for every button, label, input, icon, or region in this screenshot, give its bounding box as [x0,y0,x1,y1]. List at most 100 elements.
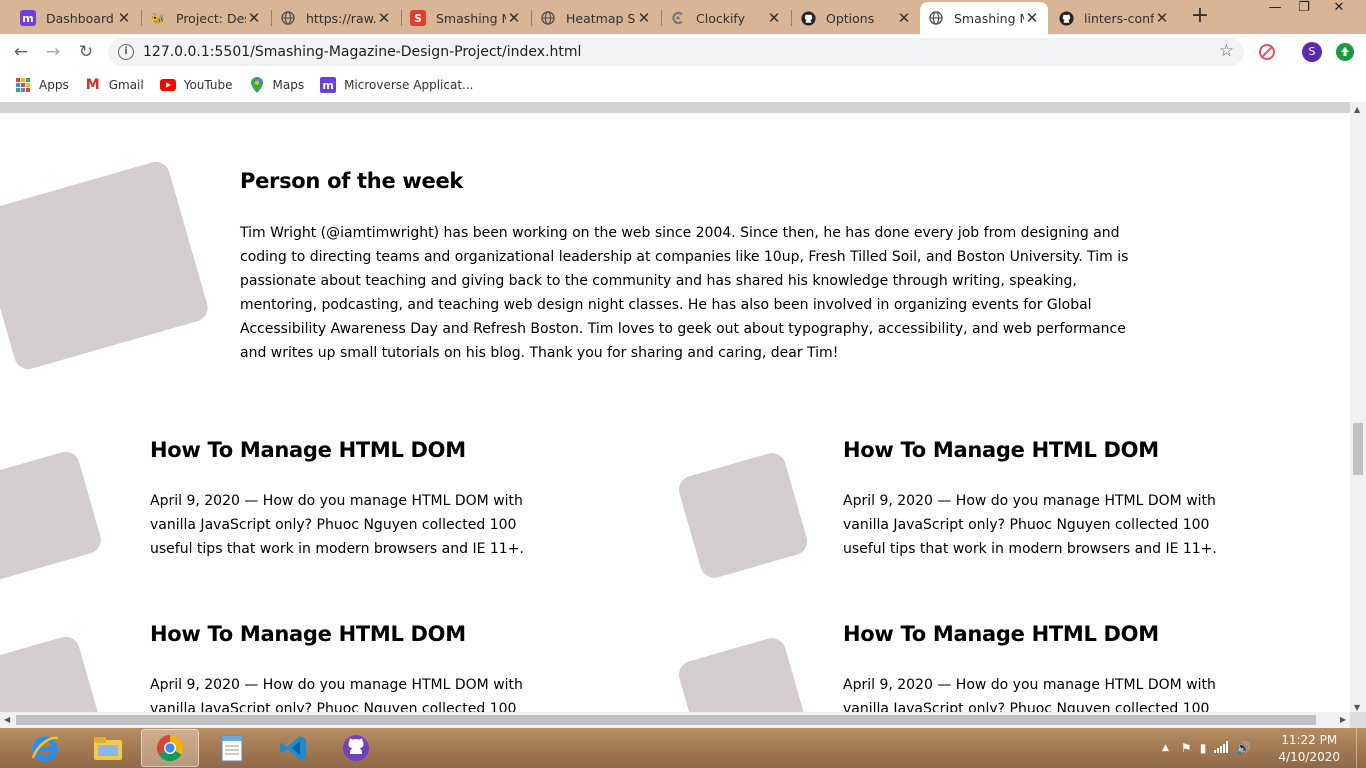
person-description: Tim Wright (@iamtimwright) has been work… [240,225,1129,361]
bookmark-label: Microverse Applicat... [344,78,474,92]
close-icon[interactable]: ✕ [116,9,132,27]
tab-dashboard[interactable]: m Dashboard ✕ [12,2,140,34]
tab-options[interactable]: Options ✕ [792,2,920,34]
github-icon [800,10,816,26]
youtube-icon [159,77,176,93]
github-desktop-icon[interactable] [327,729,385,767]
clockify-icon [670,10,686,26]
bookmark-microverse[interactable]: m Microverse Applicat... [320,77,473,93]
person-heading: Person of the week [240,169,464,193]
scrollbar-corner [1350,712,1366,728]
system-clock[interactable]: 11:22 PM 4/10/2020 [1278,732,1340,766]
article-title[interactable]: How To Manage HTML DOM [843,438,1159,462]
close-icon[interactable]: ✕ [246,9,262,27]
flag-icon[interactable]: ⚑ [1181,741,1192,755]
show-hidden-icons-icon[interactable]: ▲ [1162,743,1169,753]
update-icon[interactable] [1336,43,1354,61]
decorative-shape [0,633,105,712]
microverse-icon: m [320,77,337,93]
bookmark-youtube[interactable]: YouTube [159,77,233,93]
close-icon[interactable]: ✕ [506,9,522,27]
profile-avatar[interactable]: S [1302,42,1322,62]
url-text[interactable]: 127.0.0.1:5501/Smashing-Magazine-Design-… [143,44,581,60]
back-icon[interactable]: ← [9,40,33,64]
tab-project[interactable]: 🐝 Project: Des ✕ [142,2,270,34]
bookmark-label: Maps [272,78,305,92]
article-summary: April 9, 2020 — How do you manage HTML D… [843,493,1217,557]
horizontal-scroll-thumb[interactable] [16,715,1316,725]
decorative-shape [0,158,211,373]
vertical-scrollbar[interactable]: ▲ ▼ [1350,102,1366,712]
globe-icon [540,10,556,26]
maps-pin-icon [249,77,265,93]
clock-date: 4/10/2020 [1278,750,1340,764]
tab-title: https://raw.g [306,10,376,26]
scroll-down-icon[interactable]: ▼ [1354,703,1360,712]
extension-icon[interactable] [1258,43,1276,61]
windows-taskbar: ▲ ⚑ ▮ 🔊 11:22 PM 4/10/2020 [0,728,1366,768]
new-tab-button[interactable]: + [1188,4,1212,30]
tab-smashing-active[interactable]: Smashing M ✕ [920,2,1048,34]
close-icon[interactable]: ✕ [896,9,912,27]
clock-time: 11:22 PM [1281,733,1338,747]
github-icon [1058,10,1074,26]
tab-smashing-1[interactable]: S Smashing M ✕ [402,2,530,34]
article-summary: April 9, 2020 — How do you manage HTML D… [150,677,523,712]
volume-icon[interactable]: 🔊 [1236,741,1251,755]
show-desktop-button[interactable] [1356,728,1366,768]
tab-linters[interactable]: linters-conf ✕ [1050,2,1178,34]
bookmark-label: YouTube [183,78,233,92]
scroll-up-icon[interactable]: ▲ [1354,105,1360,114]
close-icon[interactable]: ✕ [376,9,392,27]
vscode-icon[interactable] [265,729,323,767]
close-icon[interactable]: ✕ [636,9,652,27]
article-title[interactable]: How To Manage HTML DOM [150,438,466,462]
bookmark-label: Apps [39,78,69,92]
forward-icon[interactable]: → [41,40,65,64]
system-tray: ▲ ⚑ ▮ 🔊 [1162,728,1251,768]
page-top-edge [0,102,1366,113]
chrome-icon[interactable] [141,729,199,767]
decorative-shape [0,448,105,583]
close-icon[interactable]: ✕ [1154,9,1170,27]
tab-strip: m Dashboard ✕ 🐝 Project: Des ✕ https://r… [0,0,1366,34]
bookmark-gmail[interactable]: M Gmail [85,77,144,93]
article-title[interactable]: How To Manage HTML DOM [843,622,1159,646]
notepad-icon[interactable] [203,729,261,767]
tab-clockify[interactable]: Clockify ✕ [662,2,790,34]
file-explorer-icon[interactable] [79,729,137,767]
microverse-icon: m [20,10,36,26]
close-icon[interactable]: ✕ [766,9,782,27]
ie-icon[interactable] [16,729,74,767]
decorative-shape [675,634,811,712]
tab-heatmap[interactable]: Heatmap Sn ✕ [532,2,660,34]
scroll-right-icon[interactable]: ▶ [1340,715,1346,724]
vertical-scroll-thumb[interactable] [1353,423,1363,475]
battery-icon[interactable]: ▮ [1200,741,1207,755]
bee-icon: 🐝 [151,11,165,25]
smashing-icon: S [410,10,426,26]
tab-title: Dashboard [46,10,114,26]
info-icon[interactable]: i [118,44,134,60]
bookmark-maps[interactable]: Maps [249,77,305,93]
network-signal-icon[interactable] [1214,740,1229,756]
close-icon[interactable]: ✕ [1024,9,1040,27]
browser-toolbar: ← → ↻ i 127.0.0.1:5501/Smashing-Magazine… [0,34,1366,70]
article-title[interactable]: How To Manage HTML DOM [150,622,466,646]
tab-raw[interactable]: https://raw.g ✕ [272,2,400,34]
reload-icon[interactable]: ↻ [74,40,98,64]
minimize-icon[interactable]: — [1260,0,1290,20]
tab-title: Smashing M [954,10,1024,26]
bookmark-star-icon[interactable]: ☆ [1219,41,1234,61]
gmail-icon: M [85,77,100,93]
bookmark-apps[interactable]: Apps [15,77,69,93]
globe-icon [280,10,296,26]
article-summary: April 9, 2020 — How do you manage HTML D… [843,677,1216,712]
address-bar[interactable]: i 127.0.0.1:5501/Smashing-Magazine-Desig… [108,38,1244,66]
restore-icon[interactable]: ❐ [1289,0,1319,20]
tab-title: Smashing M [436,10,506,26]
window-close-icon[interactable]: ✕ [1324,0,1354,20]
tab-title: Heatmap Sn [566,10,636,26]
scroll-left-icon[interactable]: ◀ [4,715,10,724]
horizontal-scrollbar[interactable]: ◀ ▶ [0,712,1350,728]
